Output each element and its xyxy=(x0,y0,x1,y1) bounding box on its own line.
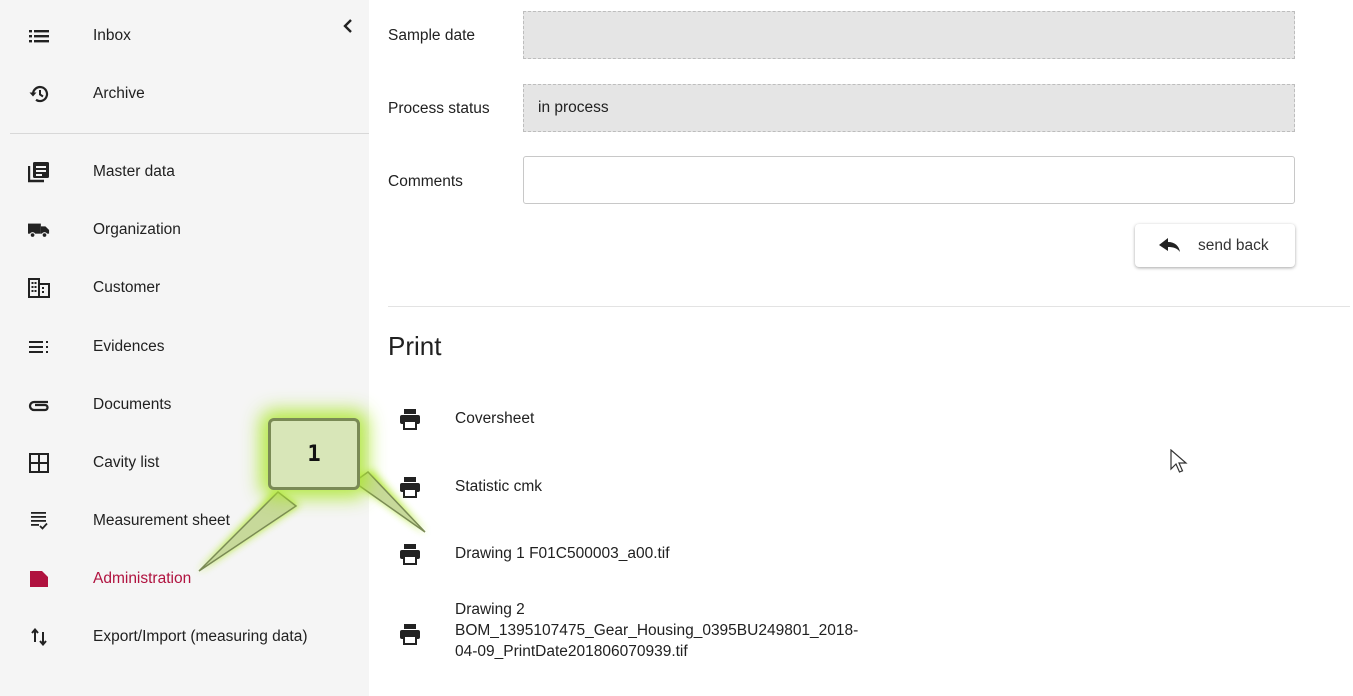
building-icon xyxy=(28,277,50,299)
sidebar-item-label: Inbox xyxy=(93,27,131,44)
printer-icon xyxy=(400,477,420,498)
print-item-drawing-1[interactable]: Drawing 1 F01C500003_a00.tif xyxy=(399,542,1099,566)
mouse-cursor-icon xyxy=(1170,449,1188,473)
comments-label: Comments xyxy=(388,173,463,190)
sidebar-item-label: Administration xyxy=(93,570,192,587)
sidebar-item-administration[interactable]: Administration xyxy=(0,551,369,607)
print-item-statistic-cmk[interactable]: Statistic cmk xyxy=(399,475,1099,499)
sample-date-field xyxy=(523,11,1295,59)
process-status-label: Process status xyxy=(388,100,490,117)
callout-number-badge: 1 xyxy=(268,418,360,490)
sidebar: Inbox Archive Master data Organization C… xyxy=(0,0,369,696)
sidebar-item-label: Export/Import (measuring data) xyxy=(93,628,308,645)
sidebar-item-archive[interactable]: Archive xyxy=(0,66,369,122)
sidebar-item-evidences[interactable]: Evidences xyxy=(0,319,369,375)
list-dots-icon xyxy=(28,336,50,358)
comments-field[interactable] xyxy=(523,156,1295,204)
main-content: Sample date Process status in process Co… xyxy=(369,0,1353,696)
checklist-icon xyxy=(28,510,50,532)
print-item-label: Drawing 2 BOM_1395107475_Gear_Housing_03… xyxy=(455,601,859,660)
sidebar-item-inbox[interactable]: Inbox xyxy=(0,8,369,64)
sidebar-item-master-data[interactable]: Master data xyxy=(0,144,369,200)
sidebar-item-label: Documents xyxy=(93,396,172,413)
sidebar-item-export-import[interactable]: Export/Import (measuring data) xyxy=(0,609,369,665)
reply-icon xyxy=(1159,238,1180,252)
process-status-field: in process xyxy=(523,84,1295,132)
print-section-title: Print xyxy=(388,331,442,361)
sidebar-item-label: Customer xyxy=(93,279,161,296)
swap-vertical-icon xyxy=(28,626,50,648)
printer-icon xyxy=(400,624,420,645)
list-icon xyxy=(28,25,50,47)
divider xyxy=(10,133,369,134)
send-back-button[interactable]: send back xyxy=(1135,224,1295,267)
send-back-label: send back xyxy=(1198,236,1269,254)
print-item-drawing-2[interactable]: Drawing 2 BOM_1395107475_Gear_Housing_03… xyxy=(399,599,1099,669)
sidebar-item-customer[interactable]: Customer xyxy=(0,260,369,316)
sample-date-label: Sample date xyxy=(388,27,476,44)
sidebar-item-label: Master data xyxy=(93,163,175,180)
divider xyxy=(388,306,1350,307)
print-item-label: Coversheet xyxy=(455,410,535,427)
sidebar-item-label: Cavity list xyxy=(93,454,160,471)
printer-icon xyxy=(400,409,420,430)
sidebar-item-label: Organization xyxy=(93,221,181,238)
folder-icon xyxy=(28,568,50,590)
paperclip-icon xyxy=(28,394,50,416)
print-item-label: Statistic cmk xyxy=(455,478,542,495)
sidebar-item-label: Evidences xyxy=(93,338,165,355)
sidebar-item-label: Archive xyxy=(93,85,145,102)
grid-icon xyxy=(28,452,50,474)
sidebar-item-organization[interactable]: Organization xyxy=(0,202,369,258)
library-icon xyxy=(28,161,50,183)
sidebar-item-measurement-sheet[interactable]: Measurement sheet xyxy=(0,493,369,549)
history-icon xyxy=(28,83,50,105)
printer-icon xyxy=(400,544,420,565)
print-item-coversheet[interactable]: Coversheet xyxy=(399,407,1099,431)
truck-icon xyxy=(28,219,50,241)
print-item-label: Drawing 1 F01C500003_a00.tif xyxy=(455,545,670,562)
sidebar-item-label: Measurement sheet xyxy=(93,512,230,529)
